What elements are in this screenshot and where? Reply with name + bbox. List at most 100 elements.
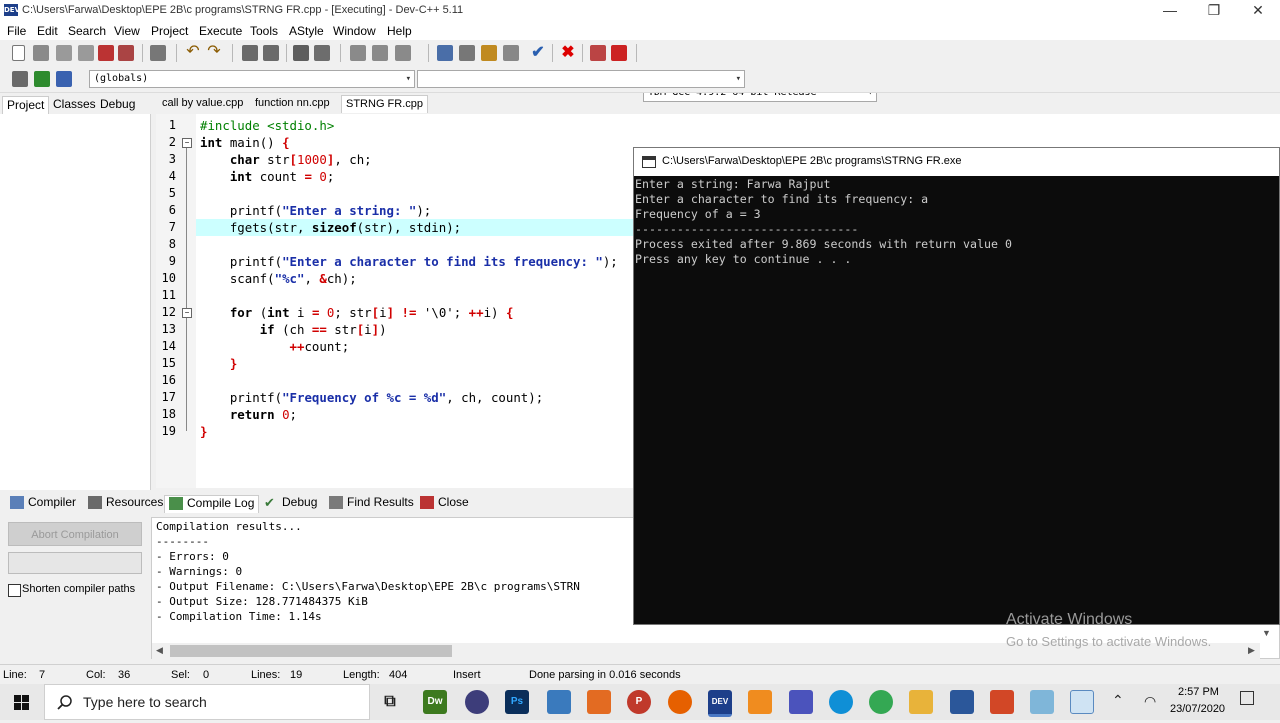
tab-classes[interactable]: Classes (49, 96, 100, 115)
clock-time[interactable]: 2:57 PM (1178, 686, 1219, 698)
menu-window[interactable]: Window (333, 24, 376, 38)
menu-view[interactable]: View (114, 24, 140, 38)
indent-icon[interactable] (350, 45, 366, 61)
edge-icon[interactable] (829, 690, 853, 714)
editor-tab-strng-fr[interactable]: STRNG FR.cpp (341, 95, 429, 113)
teams-icon[interactable] (789, 690, 813, 714)
notifications-icon[interactable] (1240, 691, 1254, 705)
file-explorer-icon[interactable] (909, 690, 933, 714)
scroll-down-icon[interactable]: ▼ (1262, 628, 1271, 638)
tab-find-results[interactable]: Find Results (325, 495, 414, 513)
save-icon[interactable] (56, 45, 72, 61)
start-button[interactable] (0, 684, 44, 720)
print-icon[interactable] (150, 45, 166, 61)
maximize-button[interactable]: ❐ (1192, 0, 1236, 22)
line-number: 1 (168, 118, 176, 132)
tab-close-label: Close (438, 495, 469, 509)
resources-icon (88, 496, 102, 509)
menu-execute[interactable]: Execute (199, 24, 242, 38)
firefox-icon[interactable] (668, 690, 692, 714)
find-icon[interactable] (242, 45, 258, 61)
chevron-up-icon[interactable]: ⌃ (1112, 692, 1124, 709)
tab-project[interactable]: Project (2, 96, 50, 116)
profile-icon[interactable] (590, 45, 606, 61)
xampp-icon[interactable] (587, 690, 611, 714)
tab-compiler[interactable]: Compiler (6, 495, 76, 513)
close-file-icon[interactable] (98, 45, 114, 61)
app-window-icon[interactable] (1030, 690, 1054, 714)
scrollbar-thumb[interactable] (170, 645, 452, 657)
code-line: int main() { (200, 135, 290, 150)
scroll-left-icon[interactable]: ◀ (156, 645, 163, 656)
tab-debug[interactable]: Debug (96, 96, 139, 115)
taskbar-search-box[interactable]: Type here to search (44, 684, 370, 720)
minimize-button[interactable]: — (1148, 0, 1192, 22)
tab-close[interactable]: Close (416, 495, 469, 513)
open-file-icon[interactable] (33, 45, 49, 61)
menu-file[interactable]: File (7, 24, 26, 38)
rebuild-icon[interactable] (503, 45, 519, 61)
fold-toggle-icon[interactable]: − (182, 138, 192, 148)
clock-date[interactable]: 23/07/2020 (1170, 703, 1225, 715)
line-number: 16 (161, 373, 176, 387)
shorten-paths-checkbox[interactable] (8, 584, 21, 597)
wifi-icon[interactable]: ◠ (1144, 693, 1156, 710)
devcpp-taskbar-icon[interactable]: DEV (708, 690, 732, 717)
menu-search[interactable]: Search (68, 24, 106, 38)
debug-icon[interactable] (611, 45, 627, 61)
close-all-icon[interactable] (118, 45, 134, 61)
add-to-project-icon[interactable] (34, 71, 50, 87)
compile-icon[interactable] (437, 45, 453, 61)
line-number: 3 (168, 152, 176, 166)
project-options-icon[interactable] (56, 71, 72, 87)
save-all-icon[interactable] (78, 45, 94, 61)
editor-tab-function-nn[interactable]: function nn.cpp (251, 95, 334, 113)
menu-help[interactable]: Help (387, 24, 412, 38)
member-select[interactable]: ▾ (417, 70, 745, 88)
window-title: C:\Users\Farwa\Desktop\EPE 2B\c programs… (22, 4, 464, 16)
editor-tab-call-by-value[interactable]: call by value.cpp (158, 95, 247, 113)
toolbar-separator (582, 44, 583, 62)
run-icon[interactable] (459, 45, 475, 61)
fold-toggle-icon[interactable]: − (182, 308, 192, 318)
app-g-icon[interactable] (748, 690, 772, 714)
abort-compilation-button[interactable]: Abort Compilation (8, 522, 142, 546)
eclipse-icon[interactable] (465, 690, 489, 714)
toolbar-separator (176, 44, 177, 62)
chrome-icon[interactable] (869, 690, 893, 714)
word-icon[interactable] (950, 690, 974, 714)
task-view-icon[interactable]: ⧉ (378, 690, 402, 714)
tab-debug-bottom[interactable]: ✔ Debug (260, 495, 317, 513)
scroll-right-icon[interactable]: ▶ (1248, 645, 1255, 656)
goto-line-icon[interactable] (293, 45, 309, 61)
line-number: 10 (161, 271, 176, 285)
line-number: 12 (161, 305, 176, 319)
console-taskbar-icon[interactable] (1070, 690, 1094, 714)
windows-logo-icon (14, 695, 29, 710)
app-p-icon[interactable]: P (627, 690, 651, 714)
class-browser-icon[interactable] (12, 71, 28, 87)
new-file-icon[interactable] (12, 45, 25, 61)
menu-project[interactable]: Project (151, 24, 188, 38)
dreamweaver-icon[interactable]: Dw (423, 690, 447, 714)
photoshop-icon[interactable]: Ps (505, 690, 529, 714)
unindent-icon[interactable] (372, 45, 388, 61)
toggle-comment-icon[interactable] (395, 45, 411, 61)
close-button[interactable]: ✕ (1236, 0, 1280, 22)
python-icon[interactable] (547, 690, 571, 714)
tab-compile-log[interactable]: Compile Log (164, 495, 260, 513)
replace-icon[interactable] (263, 45, 279, 61)
undo-icon[interactable]: ↶ (185, 44, 201, 61)
compile-run-icon[interactable] (481, 45, 497, 61)
console-window[interactable]: C:\Users\Farwa\Desktop\EPE 2B\c programs… (633, 147, 1280, 625)
stop-execution-icon[interactable]: ✖ (560, 45, 576, 61)
menu-astyle[interactable]: AStyle (289, 24, 324, 38)
check-syntax-icon[interactable]: ✔ (530, 45, 546, 61)
powerpoint-icon[interactable] (990, 690, 1014, 714)
tab-resources[interactable]: Resources (84, 495, 163, 513)
menu-tools[interactable]: Tools (250, 24, 278, 38)
bookmark-icon[interactable] (314, 45, 330, 61)
menu-edit[interactable]: Edit (37, 24, 58, 38)
scope-select[interactable]: (globals) ▾ (89, 70, 415, 88)
redo-icon[interactable]: ↷ (206, 44, 222, 61)
